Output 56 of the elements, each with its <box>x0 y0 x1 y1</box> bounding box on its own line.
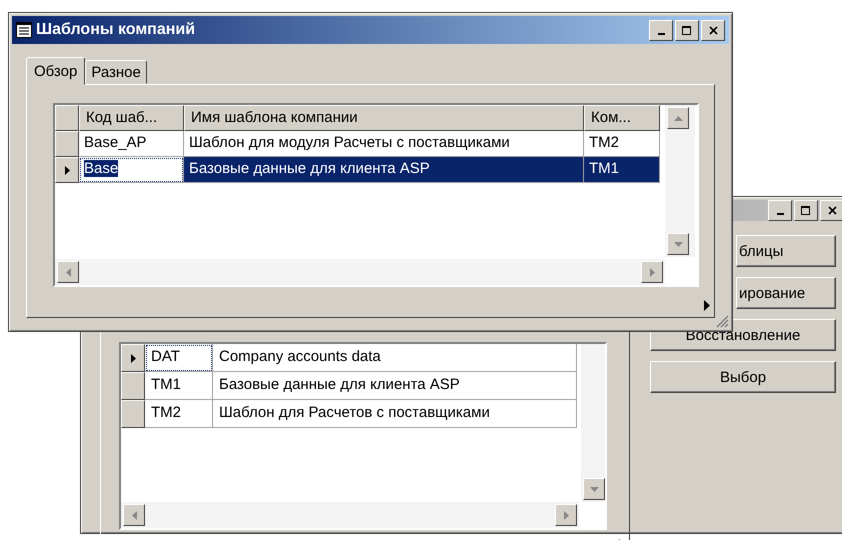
row-indicator[interactable] <box>55 157 79 183</box>
scroll-down-button[interactable] <box>667 233 689 255</box>
horizontal-scrollbar[interactable] <box>55 259 665 285</box>
close-button[interactable] <box>701 20 725 40</box>
minimize-button[interactable] <box>649 20 673 40</box>
table-cell: Шаблон для Расчетов с поставщиками <box>213 400 577 428</box>
table-cell: Базовые данные для клиента ASP <box>213 372 577 400</box>
action-button[interactable]: блицы <box>736 235 836 267</box>
scroll-right-button[interactable] <box>555 504 577 526</box>
scroll-right-button[interactable] <box>641 261 663 283</box>
table-cell: Базовые данные для клиента ASP <box>184 157 584 183</box>
triangle-icon <box>64 166 70 174</box>
down-arrow-icon <box>674 242 682 246</box>
right-arrow-icon <box>650 268 654 276</box>
row-indicator[interactable] <box>121 344 145 372</box>
table-cell: Base <box>79 157 184 183</box>
close-icon <box>828 206 836 215</box>
tab[interactable]: Разное <box>85 60 147 84</box>
close-icon <box>708 26 718 34</box>
maximize-icon <box>801 206 811 215</box>
down-arrow-icon <box>590 486 598 492</box>
action-button[interactable]: Выбор <box>650 361 836 393</box>
row-indicator[interactable] <box>121 372 145 400</box>
tab[interactable]: Обзор <box>26 57 86 85</box>
triangle-icon <box>130 354 136 362</box>
scroll-down-button[interactable] <box>583 478 605 500</box>
action-button[interactable]: ирование <box>736 277 836 309</box>
table-cell: DAT <box>145 344 213 372</box>
horizontal-scrollbar[interactable] <box>121 502 579 528</box>
minimize-icon <box>658 32 664 34</box>
vertical-scrollbar[interactable] <box>665 105 695 257</box>
left-arrow-icon <box>132 510 136 520</box>
maximize-icon <box>682 26 692 34</box>
minimize-icon <box>776 213 784 215</box>
maximize-button[interactable] <box>675 20 699 40</box>
list-icon <box>16 22 32 38</box>
table-cell: TM1 <box>145 372 213 400</box>
scroll-up-button[interactable] <box>667 107 689 129</box>
column-header[interactable]: Ком... <box>584 105 660 131</box>
table-cell: TM2 <box>145 400 213 428</box>
table-cell: Company accounts data <box>213 344 577 372</box>
scroll-left-button[interactable] <box>57 261 79 283</box>
column-header[interactable]: Код шаб... <box>79 105 184 131</box>
vertical-scrollbar[interactable] <box>581 344 605 502</box>
up-arrow-icon <box>674 116 682 120</box>
left-arrow-icon <box>66 268 70 276</box>
scroll-left-button[interactable] <box>123 504 145 526</box>
triangle-icon <box>704 300 710 311</box>
window-title: Шаблоны компаний <box>36 21 196 39</box>
right-arrow-icon <box>564 510 568 520</box>
table-cell: Base_AP <box>79 131 184 157</box>
row-indicator[interactable] <box>121 400 145 428</box>
column-header[interactable]: Имя шаблона компании <box>184 105 584 131</box>
table-cell: TM1 <box>584 157 660 183</box>
row-indicator[interactable] <box>55 131 79 157</box>
resize-grip-icon <box>715 314 729 328</box>
